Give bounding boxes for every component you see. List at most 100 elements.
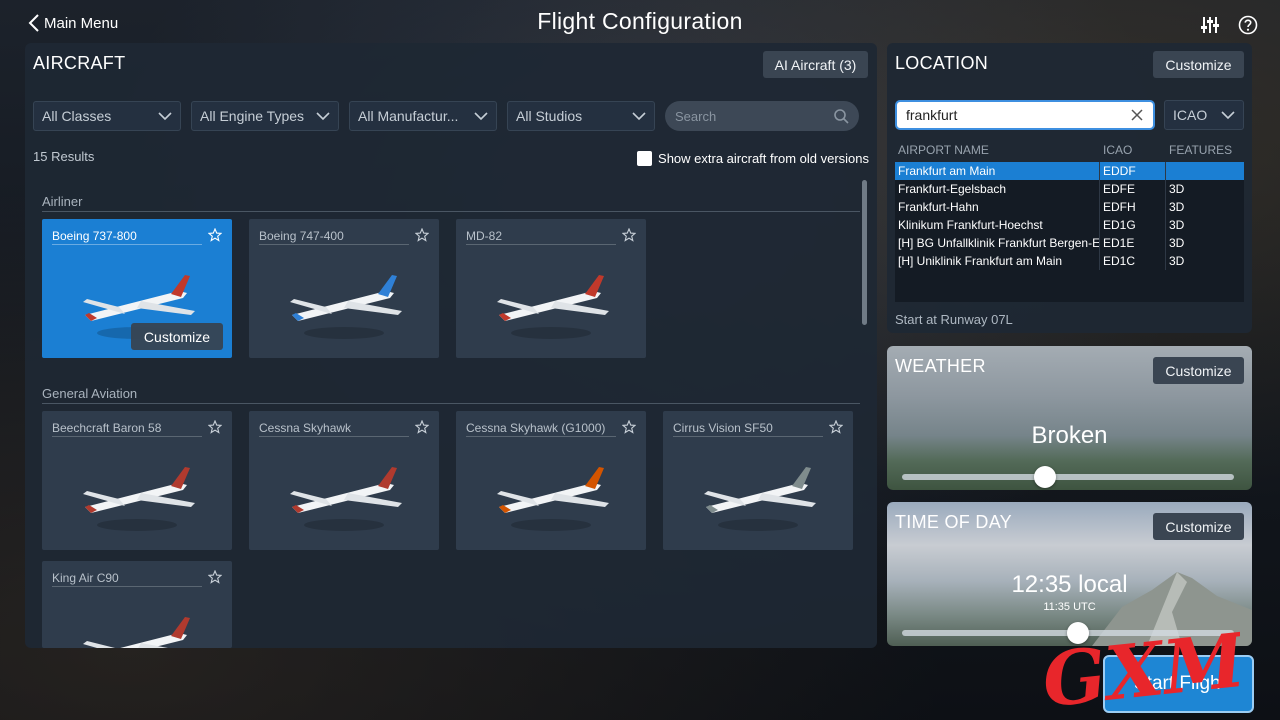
location-customize-button[interactable]: Customize [1153,51,1244,78]
aircraft-customize-button[interactable]: Customize [131,323,223,350]
airport-search-input[interactable]: frankfurt [895,100,1155,130]
chevron-down-icon [316,112,330,121]
aircraft-search-input[interactable]: Search [665,101,859,131]
column-header-icao[interactable]: ICAO [1100,139,1166,161]
aircraft-list-scrollbar[interactable] [862,180,867,325]
ai-aircraft-button[interactable]: AI Aircraft (3) [763,51,868,78]
top-bar: Main Menu Flight Configuration [0,0,1280,44]
runway-label[interactable]: Start at Runway 07L [895,312,1013,327]
sliders-icon[interactable] [1200,15,1220,35]
airport-features-cell [1166,162,1244,180]
category-header-airliner: Airliner [42,194,860,212]
weather-panel: WEATHER Customize Broken [887,346,1252,490]
local-time: 12:35 local [1011,571,1128,598]
aircraft-card-beechcraft-baron-58[interactable]: Beechcraft Baron 58 [42,411,232,550]
aircraft-card-cirrus-vision-sf50[interactable]: Cirrus Vision SF50 [663,411,853,550]
search-icon [834,109,849,124]
chevron-down-icon [474,112,488,121]
weather-slider-thumb[interactable] [1033,466,1056,488]
time-of-day-panel-title: TIME OF DAY [895,512,1012,532]
aircraft-card-cessna-skyhawk-g1000[interactable]: Cessna Skyhawk (G1000) [456,411,646,550]
aircraft-name: Boeing 737-800 [52,229,202,245]
engine-type-filter-select[interactable]: All Engine Types [191,101,339,131]
column-header-airport-name[interactable]: AIRPORT NAME [895,139,1100,161]
old-versions-checkbox[interactable] [637,151,653,166]
star-icon[interactable] [415,420,429,434]
airport-name-cell: Klinikum Frankfurt-Hoechst [895,216,1100,234]
aircraft-name: Cessna Skyhawk [259,421,409,437]
weather-condition: Broken [1031,422,1108,449]
aircraft-name: MD-82 [466,229,616,245]
studio-filter-select[interactable]: All Studios [507,101,655,131]
airport-name-cell: Frankfurt am Main [895,162,1100,180]
chevron-down-icon [632,112,646,121]
airport-icao-cell: ED1E [1100,234,1166,252]
main-menu-back-button[interactable]: Main Menu [28,14,118,32]
aircraft-card-boeing-737-800[interactable]: Boeing 737-800 Customize [42,219,232,358]
aircraft-card-king-air-c90[interactable]: King Air C90 [42,561,232,648]
engine-type-filter-value: All Engine Types [200,108,305,124]
class-filter-select[interactable]: All Classes [33,101,181,131]
utc-time: 11:35 UTC [1043,601,1096,613]
aircraft-name: Cirrus Vision SF50 [673,421,823,437]
airport-row[interactable]: [H] BG Unfallklinik Frankfurt Bergen-En E… [895,234,1244,252]
airport-row[interactable]: Klinikum Frankfurt-Hoechst ED1G 3D [895,216,1244,234]
location-panel-title: LOCATION [895,53,989,73]
manufacturer-filter-value: All Manufactur... [358,108,459,124]
code-type-select[interactable]: ICAO [1164,100,1244,130]
airport-icao-cell: EDFE [1100,180,1166,198]
airport-search-value: frankfurt [906,107,958,123]
page-title: Flight Configuration [537,8,743,34]
column-header-features[interactable]: FEATURES [1166,139,1244,161]
aircraft-name: Boeing 747-400 [259,229,409,245]
results-count: 15 Results [33,149,95,164]
start-flight-button[interactable]: Start Fligh [1103,655,1254,713]
star-icon[interactable] [829,420,843,434]
star-icon[interactable] [415,228,429,242]
airport-row[interactable]: Frankfurt am Main EDDF [895,162,1244,180]
class-filter-value: All Classes [42,108,112,124]
star-icon[interactable] [622,420,636,434]
airport-icao-cell: ED1C [1100,252,1166,270]
airport-features-cell: 3D [1169,182,1185,196]
manufacturer-filter-select[interactable]: All Manufactur... [349,101,497,131]
airport-name-cell: [H] BG Unfallklinik Frankfurt Bergen-En [895,234,1100,252]
airport-table-header: AIRPORT NAME ICAO FEATURES [895,139,1244,161]
airport-row[interactable]: Frankfurt-Egelsbach EDFE 3D [895,180,1244,198]
aircraft-card-cessna-skyhawk[interactable]: Cessna Skyhawk [249,411,439,550]
star-icon[interactable] [208,570,222,584]
aircraft-name: Cessna Skyhawk (G1000) [466,421,616,437]
aircraft-panel-title: AIRCRAFT [33,53,126,73]
airplane-icon [290,275,402,339]
airport-icao-cell: EDDF [1100,162,1166,180]
airplane-icon [497,275,609,339]
aircraft-search-placeholder: Search [675,108,717,124]
old-versions-toggle[interactable]: Show extra aircraft from old versions [637,151,869,166]
time-customize-button[interactable]: Customize [1153,513,1244,540]
star-icon[interactable] [208,420,222,434]
weather-customize-button[interactable]: Customize [1153,357,1244,384]
time-of-day-panel: TIME OF DAY Customize 12:35 local 11:35 … [887,502,1252,646]
airport-name-cell: Frankfurt-Egelsbach [895,180,1100,198]
clear-icon[interactable] [1130,108,1144,122]
airplane-icon [290,467,402,531]
airport-icao-cell: ED1G [1100,216,1166,234]
help-icon[interactable] [1238,15,1258,35]
airplane-icon [704,467,816,531]
star-icon[interactable] [622,228,636,242]
time-slider-thumb[interactable] [1066,622,1089,644]
airport-row[interactable]: [H] Uniklinik Frankfurt am Main ED1C 3D [895,252,1244,270]
chevron-down-icon [158,112,172,121]
category-header-general-aviation: General Aviation [42,386,860,404]
chevron-left-icon [28,14,39,32]
star-icon[interactable] [208,228,222,242]
weather-slider[interactable] [902,474,1234,480]
airport-table: AIRPORT NAME ICAO FEATURES Frankfurt am … [895,139,1244,304]
airport-features-cell: 3D [1169,236,1185,250]
old-versions-label: Show extra aircraft from old versions [658,151,869,166]
aircraft-card-boeing-747-400[interactable]: Boeing 747-400 [249,219,439,358]
airport-features-cell: 3D [1169,200,1185,214]
aircraft-card-md-82[interactable]: MD-82 [456,219,646,358]
airport-row[interactable]: Frankfurt-Hahn EDFH 3D [895,198,1244,216]
airplane-icon [497,467,609,531]
